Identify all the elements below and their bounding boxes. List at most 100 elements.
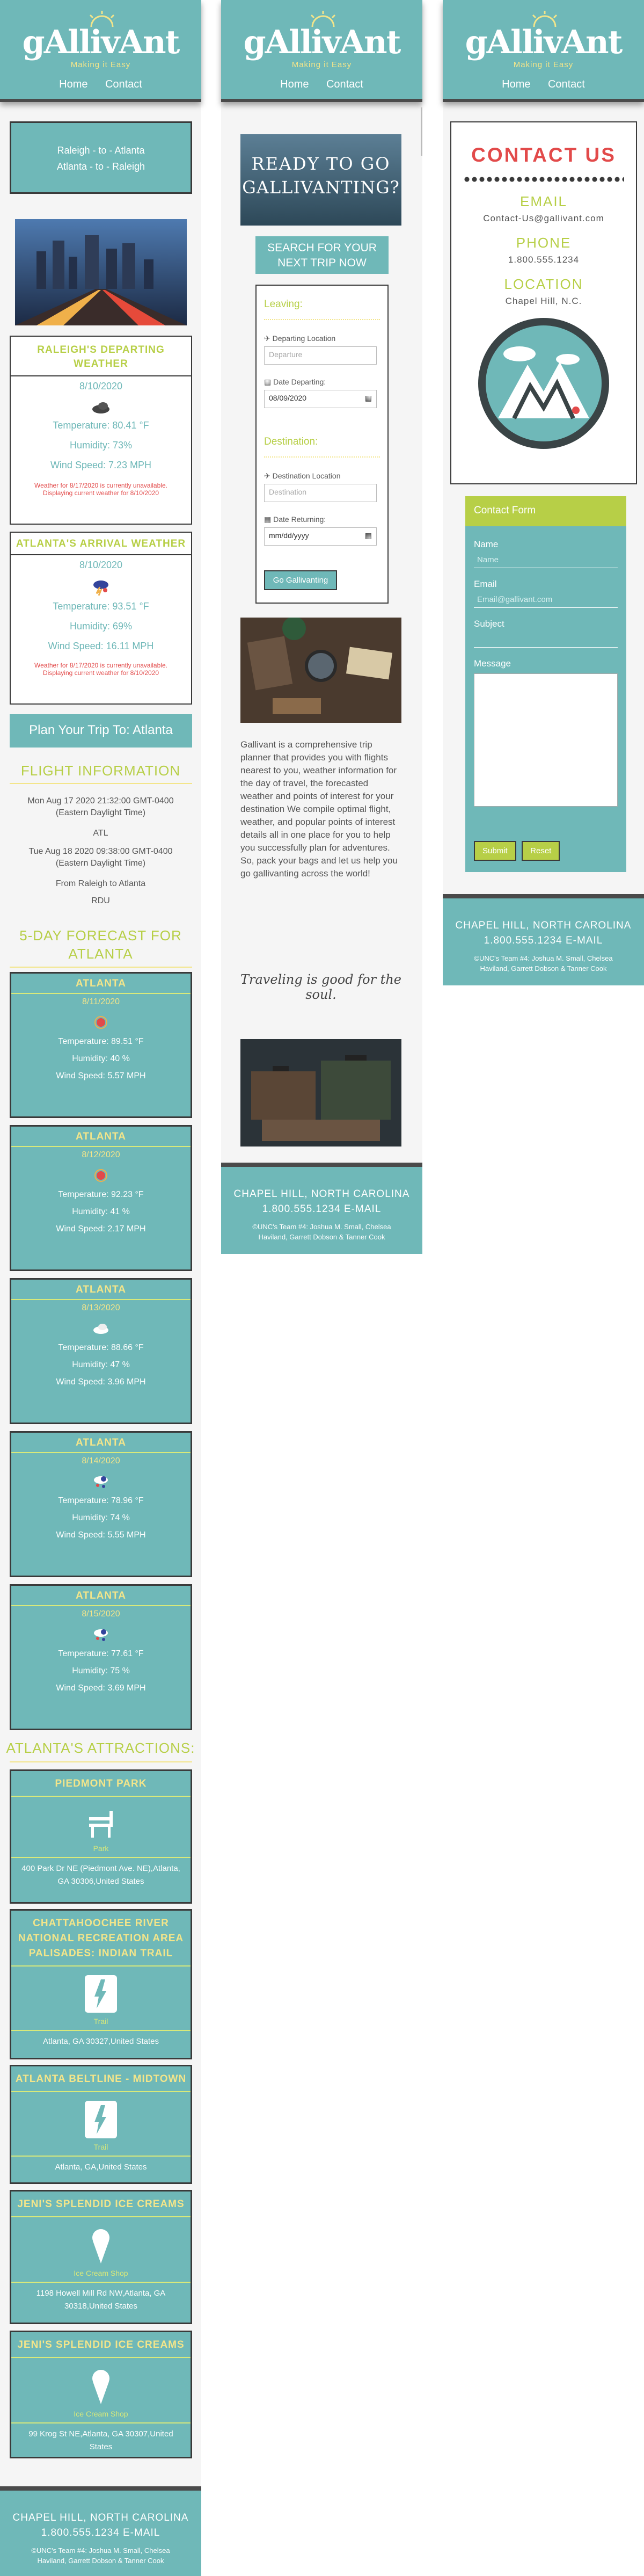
attraction-card[interactable]: JENI'S SPLENDID ICE CREAMS Ice Cream Sho… [10,2190,192,2324]
arrival-humidity: Humidity: 69% [69,621,133,632]
reset-button[interactable]: Reset [522,841,560,861]
arrival-wind: Wind Speed: 16.11 MPH [48,641,154,651]
nav-home-link[interactable]: Home [502,78,530,90]
attraction-name[interactable]: PIEDMONT PARK [11,1776,191,1791]
departing-weather-title: RALEIGH'S DEPARTING WEATHER [37,344,165,369]
attraction-category: Trail [93,2017,108,2026]
nav-contact-link[interactable]: Contact [105,78,142,90]
forecast-temperature: Temperature: 92.23 °F [58,1190,144,1199]
tagline: Making it Easy [291,60,352,69]
subject-input[interactable] [474,629,618,648]
attraction-category: Ice Cream Shop [74,2269,128,2277]
forecast-date: 8/13/2020 [82,1303,120,1312]
forecast-humidity: Humidity: 75 % [72,1666,130,1675]
attraction-name[interactable]: CHATTAHOOCHEE RIVER NATIONAL RECREATION … [11,1916,191,1961]
route-return[interactable]: Atlanta - to - Raleigh [11,158,191,175]
destination-heading: Destination: [264,436,318,447]
attraction-card[interactable]: PIEDMONT PARK Park 400 Park Dr NE (Piedm… [10,1769,192,1904]
rain-icon [94,1629,108,1641]
city-skyline-image [15,219,187,325]
site-logo[interactable]: gAllivAnt [443,24,644,61]
footer-phone-email[interactable]: 1.800.555.1234 E-MAIL [221,1203,422,1215]
main-nav: Home Contact [221,78,422,91]
forecast-date: 8/14/2020 [82,1456,120,1465]
forecast-date: 8/15/2020 [82,1609,120,1619]
footer-phone-email[interactable]: 1.800.555.1234 E-MAIL [0,2527,201,2539]
trip-search-form: Leaving: ✈ Departing Location Departure … [255,285,389,604]
flight-departure-time: Mon Aug 17 2020 21:32:00 GMT-0400 [27,796,174,806]
site-logo[interactable]: gAllivAnt [0,24,201,61]
sun-icon [94,1169,107,1182]
departing-temperature: Temperature: 80.41 °F [53,420,149,431]
attraction-address: Atlanta, GA,United States [55,2163,147,2172]
date-departing-input[interactable]: 08/09/2020 ▦ [264,390,377,408]
departing-weather-card: RALEIGH'S DEPARTING WEATHER 8/10/2020 Te… [10,336,192,525]
flight-info: FLIGHT INFORMATION Mon Aug 17 2020 21:32… [0,763,201,906]
attraction-address: Atlanta, GA 30327,United States [43,2037,159,2046]
flight-arrival-timezone: (Eastern Daylight Time) [55,859,146,868]
flight-route: From Raleigh to Atlanta [55,879,146,888]
contact-phone[interactable]: 1.800.555.1234 [451,255,636,265]
destination-location-input[interactable]: Destination [264,484,377,502]
forecast-wind: Wind Speed: 2.17 MPH [56,1224,146,1233]
site-footer: CHAPEL HILL, NORTH CAROLINA 1.800.555.12… [0,2486,201,2576]
attractions-heading-block: ATLANTA'S ATTRACTIONS: [0,1740,201,1757]
footer-location: CHAPEL HILL, NORTH CAROLINA [455,920,632,931]
forecast-humidity: Humidity: 41 % [72,1207,130,1216]
park-bench-icon [89,1811,113,1838]
site-header: gAllivAnt Making it Easy Home Contact [0,0,201,102]
attraction-name[interactable]: JENI'S SPLENDID ICE CREAMS [11,2197,191,2212]
forecast-temperature: Temperature: 77.61 °F [58,1649,144,1658]
calendar-picker-icon[interactable]: ▦ [365,531,372,540]
attraction-card[interactable]: ATLANTA BELTLINE - MIDTOWN Trail Atlanta… [10,2065,192,2184]
forecast-date: 8/11/2020 [82,997,120,1006]
attraction-name[interactable]: ATLANTA BELTLINE - MIDTOWN [11,2072,191,2087]
message-textarea[interactable] [474,673,618,807]
leaving-heading: Leaving: [264,299,303,310]
contact-card: CONTACT US EMAIL Contact-Us@gallivant.co… [450,121,637,484]
date-returning-label: ▦ Date Returning: [264,515,326,524]
forecast-temperature: Temperature: 88.66 °F [58,1343,144,1352]
footer-location: CHAPEL HILL, NORTH CAROLINA [12,2512,189,2523]
footer-phone-email[interactable]: 1.800.555.1234 E-MAIL [443,935,644,947]
arrival-weather-card: ATLANTA'S ARRIVAL WEATHER 8/10/2020 Temp… [10,532,192,705]
hiking-icon [85,2101,117,2138]
go-gallivanting-button[interactable]: Go Gallivanting [264,570,337,590]
departing-location-input[interactable]: Departure [264,346,377,365]
email-input[interactable]: Email@gallivant.com [474,590,618,608]
contact-title: CONTACT US [471,144,616,166]
contact-email[interactable]: Contact-Us@gallivant.com [451,213,636,224]
calendar-icon: ▦ [264,515,274,524]
name-input[interactable]: Name [474,550,618,568]
phone-label: PHONE [516,235,572,251]
nav-contact-link[interactable]: Contact [326,78,363,90]
nav-contact-link[interactable]: Contact [548,78,585,90]
about-text: Gallivant is a comprehensive trip planne… [240,739,398,879]
nav-home-link[interactable]: Home [59,78,87,90]
location-label: LOCATION [504,276,583,292]
attraction-card[interactable]: CHATTAHOOCHEE RIVER NATIONAL RECREATION … [10,1909,192,2059]
route-outbound[interactable]: Raleigh - to - Atlanta [11,142,191,158]
calendar-picker-icon[interactable]: ▦ [365,394,372,403]
sun-icon [94,1016,107,1029]
submit-button[interactable]: Submit [474,841,516,861]
forecast-city: ATLANTA [76,1131,126,1142]
main-nav: Home Contact [443,78,644,91]
cloud-icon [93,1324,108,1334]
site-logo[interactable]: gAllivAnt [221,24,422,61]
nav-home-link[interactable]: Home [280,78,309,90]
arrival-weather-title: ATLANTA'S ARRIVAL WEATHER [16,538,186,549]
destination-location-label: ✈ Destination Location [264,471,341,480]
flight-departure-timezone: (Eastern Daylight Time) [55,808,146,817]
ice-cream-icon [92,2370,109,2404]
hero-text-1: READY TO GO [251,154,391,174]
contact-location: Chapel Hill, N.C. [505,296,582,306]
attraction-category: Park [93,1844,109,1853]
date-returning-input[interactable]: mm/dd/yyyy ▦ [264,527,377,546]
site-header: gAllivAnt Making it Easy Home Contact [443,0,644,102]
attraction-card[interactable]: JENI'S SPLENDID ICE CREAMS Ice Cream Sho… [10,2331,192,2458]
departing-warning: Weather for 8/17/2020 is currently unava… [34,482,167,489]
attraction-name[interactable]: JENI'S SPLENDID ICE CREAMS [11,2338,191,2353]
scrollbar[interactable] [421,107,422,156]
attraction-address: 400 Park Dr NE (Piedmont Ave. NE),Atlant… [21,1864,180,1886]
